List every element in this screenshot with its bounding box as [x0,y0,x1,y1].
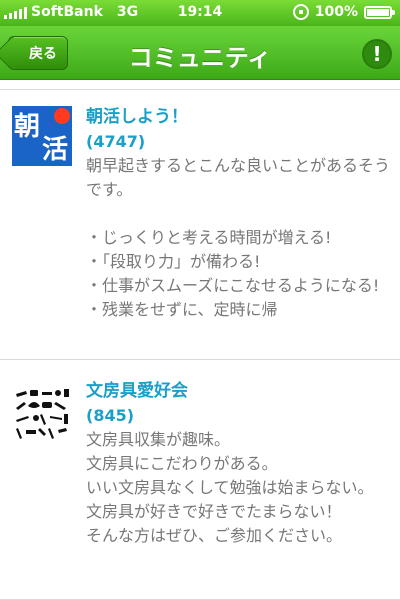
back-button[interactable]: 戻る [8,36,68,70]
list-item[interactable]: 朝 活 朝活しよう！ (4747) 朝早起きするとこんな良いことがあるそうです。… [0,90,400,360]
community-title: 朝活しよう！ [86,107,188,127]
community-thumbnail: 朝 活 [12,106,72,166]
status-bar: SoftBank 3G 19:14 100% [0,0,400,26]
list-item[interactable]: 文房具愛好会 (845) 文房具収集が趣味。 文房具にこだわりがある。 いい文房… [0,360,400,600]
community-title: 文房具愛好会 [86,381,188,401]
navigation-bar: 戻る コミュニティ ! [0,26,400,80]
list-divider [0,81,400,90]
alert-button[interactable]: ! [362,39,392,69]
community-description: 朝早起きするとこんな良いことがあるそうです。 ・じっくりと考える時間が増える! … [86,156,391,319]
member-count: (845) [86,406,135,425]
community-description: 文房具収集が趣味。 文房具にこだわりがある。 いい文房具なくして勉強は始まらない… [86,430,374,545]
page-title: コミュニティ [128,44,272,72]
thumbnail-text: 朝 [14,112,41,142]
back-button-label: 戻る [29,46,57,62]
battery-percent: 100% [314,4,358,20]
stationery-icons [16,389,69,439]
member-count: (4747) [86,132,146,151]
thumbnail-text: 活 [41,135,68,165]
rotation-lock-icon [292,4,309,20]
status-right: 100% [292,4,395,20]
exclamation-icon: ! [372,42,382,66]
sun-icon [54,108,70,124]
community-list: 朝 活 朝活しよう！ (4747) 朝早起きするとこんな良いことがあるそうです。… [0,81,400,600]
community-text: 朝活しよう！ (4747) 朝早起きするとこんな良いことがあるそうです。 ・じっ… [86,104,392,322]
community-thumbnail [12,384,72,444]
battery-icon [364,5,395,19]
community-text: 文房具愛好会 (845) 文房具収集が趣味。 文房具にこだわりがある。 いい文房… [86,378,392,548]
